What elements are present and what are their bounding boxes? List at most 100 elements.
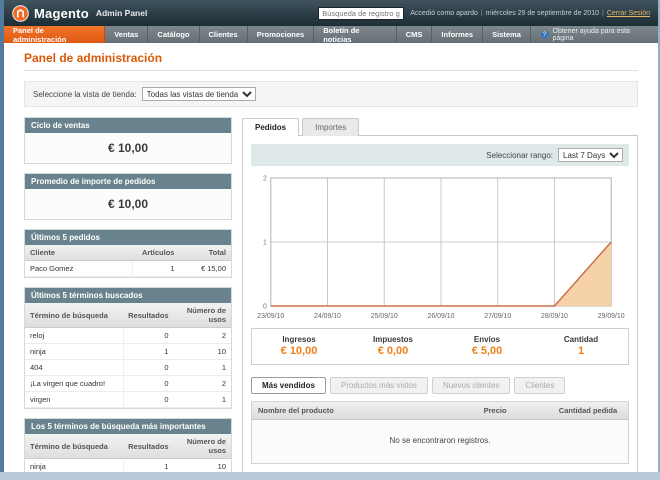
- svg-text:25/09/10: 25/09/10: [371, 313, 398, 320]
- nav-item-dashboard[interactable]: Panel de administración: [4, 26, 106, 44]
- nav-item-clientes[interactable]: Clientes: [200, 26, 248, 43]
- stat-value: € 5,00: [471, 345, 503, 357]
- tab-clientes[interactable]: Clientes: [514, 377, 566, 394]
- col-header: Resultados: [123, 434, 174, 459]
- table-row: ninja 1 10: [25, 458, 231, 472]
- lifetime-sales-value: € 10,00: [25, 133, 231, 163]
- logged-in-as: Accedió como apardo: [410, 9, 478, 17]
- lifetime-sales-title: Ciclo de ventas: [25, 118, 231, 133]
- separator: |: [480, 9, 483, 17]
- average-order-panel: Promedio de importe de pedidos € 10,00: [24, 173, 232, 220]
- page-edge-left: [0, 0, 4, 472]
- tab-mas-vendidos[interactable]: Más vendidos: [251, 377, 326, 394]
- col-header: Cantidad pedida: [552, 402, 628, 420]
- magento-logo: Magento Admin Panel: [12, 4, 148, 22]
- col-header: Artículos: [132, 245, 180, 261]
- col-header: Total: [179, 245, 231, 261]
- header-right: Accedió como apardo|miércoles 29 de sept…: [318, 6, 650, 20]
- logo-text: Magento: [34, 5, 89, 21]
- stat-label: Envíos: [473, 335, 501, 344]
- tab-productos-mas-vistos[interactable]: Productos más vistos: [329, 377, 428, 394]
- store-view-bar: Seleccione la vista de tienda: Todas las…: [24, 81, 638, 107]
- col-header: Cliente: [25, 245, 133, 261]
- stat-ingresos: Ingresos € 10,00: [252, 335, 346, 357]
- page-title: Panel de administración: [24, 51, 638, 71]
- svg-text:0: 0: [263, 303, 267, 310]
- col-header: Término de búsqueda: [25, 303, 124, 328]
- nav-item-promociones[interactable]: Promociones: [248, 26, 315, 43]
- logout-link[interactable]: Cerrar Sesión: [607, 10, 650, 17]
- nav-item-ventas[interactable]: Ventas: [105, 26, 149, 43]
- last-search-title: Últimos 5 términos buscados: [25, 288, 231, 303]
- col-header: Nombre del producto: [252, 402, 478, 420]
- nav-item-sistema[interactable]: Sistema: [483, 26, 531, 43]
- orders-chart: 0 1 2 23/09/10 24/09/10 25/09/10 26/09/10 27/09…: [251, 172, 629, 322]
- col-header: Término de búsqueda: [25, 434, 124, 459]
- col-header: Resultados: [123, 303, 174, 328]
- browser-viewport: Magento Admin Panel Accedió como apardo|…: [0, 0, 660, 480]
- stat-value: € 0,00: [377, 345, 409, 357]
- content-area: Panel de administración Seleccione la vi…: [4, 43, 658, 472]
- col-header: Número de usos: [173, 303, 231, 328]
- top-search-title: Los 5 términos de búsqueda más important…: [25, 419, 231, 434]
- table-row: ninja 1 10: [25, 343, 231, 360]
- last-orders-title: Últimos 5 pedidos: [25, 230, 231, 245]
- chart-tabs: Pedidos Importes: [242, 117, 638, 136]
- stat-value: € 10,00: [280, 345, 318, 357]
- logo-subtitle: Admin Panel: [95, 8, 148, 18]
- range-bar: Seleccionar rango: Last 7 Days: [251, 144, 629, 166]
- empty-row: No se encontraron registros.: [252, 419, 628, 463]
- lifetime-sales-panel: Ciclo de ventas € 10,00: [24, 117, 232, 164]
- top-search-table: Término de búsqueda Resultados Número de…: [25, 434, 231, 472]
- nav-item-informes[interactable]: Informes: [432, 26, 484, 43]
- table-row: ¡La virgen que cuadro! 0 2: [25, 375, 231, 392]
- global-search-input[interactable]: [318, 6, 405, 20]
- last-search-table: Término de búsqueda Resultados Número de…: [25, 303, 231, 408]
- tab-pedidos[interactable]: Pedidos: [242, 118, 300, 136]
- svg-text:28/09/10: 28/09/10: [541, 313, 568, 320]
- average-order-value: € 10,00: [25, 189, 231, 219]
- left-column: Ciclo de ventas € 10,00 Promedio de impo…: [24, 117, 232, 472]
- svg-text:27/09/10: 27/09/10: [484, 313, 511, 320]
- magento-logo-icon: [12, 4, 29, 22]
- right-column: Pedidos Importes Seleccionar rango: Last…: [242, 117, 638, 472]
- table-row: reloj 0 2: [25, 327, 231, 344]
- last-orders-panel: Últimos 5 pedidos Cliente Artículos Tota…: [24, 229, 232, 278]
- store-view-label: Seleccione la vista de tienda:: [33, 89, 137, 99]
- col-header: Número de usos: [173, 434, 231, 459]
- current-date: miércoles 29 de septiembre de 2010: [485, 9, 599, 17]
- last-orders-table: Cliente Artículos Total Paco Gomez 1 € 15,…: [25, 245, 231, 277]
- stats-box: Ingresos € 10,00 Impuestos € 0,00 Envíos…: [251, 328, 629, 365]
- range-label: Seleccionar rango:: [486, 150, 553, 160]
- nav-item-cms[interactable]: CMS: [397, 26, 433, 43]
- help-link[interactable]: ? Obtener ayuda para esta página: [531, 26, 658, 43]
- products-table: Nombre del producto Precio Cantidad pedi…: [252, 402, 628, 463]
- stat-label: Impuestos: [372, 335, 413, 344]
- tab-importes[interactable]: Importes: [302, 118, 360, 136]
- svg-text:29/09/10: 29/09/10: [598, 313, 625, 320]
- stat-label: Ingresos: [282, 335, 316, 344]
- last-search-panel: Últimos 5 términos buscados Término de b…: [24, 287, 232, 409]
- nav-item-catalogo[interactable]: Catálogo: [148, 26, 200, 43]
- help-icon: ?: [540, 30, 549, 39]
- stat-label: Cantidad: [563, 335, 599, 344]
- svg-text:2: 2: [263, 175, 267, 182]
- stat-value: 1: [577, 345, 585, 357]
- range-select[interactable]: Last 7 Days: [558, 148, 623, 162]
- page-edge-bottom: [0, 472, 660, 480]
- average-order-title: Promedio de importe de pedidos: [25, 174, 231, 189]
- main-nav: Panel de administración Ventas Catálogo …: [4, 26, 658, 44]
- store-view-select[interactable]: Todas las vistas de tienda: [141, 87, 256, 101]
- table-row: 404 0 1: [25, 359, 231, 376]
- top-search-panel: Los 5 términos de búsqueda más important…: [24, 418, 232, 472]
- table-row: virgen 0 1: [25, 391, 231, 408]
- col-header: Precio: [477, 402, 553, 420]
- products-table-wrap: Nombre del producto Precio Cantidad pedi…: [251, 401, 629, 464]
- admin-page: Magento Admin Panel Accedió como apardo|…: [4, 0, 658, 472]
- nav-item-boletin[interactable]: Boletín de noticias: [314, 26, 397, 44]
- empty-message: No se encontraron registros.: [252, 419, 628, 463]
- tab-nuevos-clientes[interactable]: Nuevos clientes: [431, 377, 511, 394]
- svg-text:24/09/10: 24/09/10: [314, 313, 341, 320]
- table-row: Paco Gomez 1 € 15,00: [25, 260, 231, 277]
- svg-text:23/09/10: 23/09/10: [257, 313, 284, 320]
